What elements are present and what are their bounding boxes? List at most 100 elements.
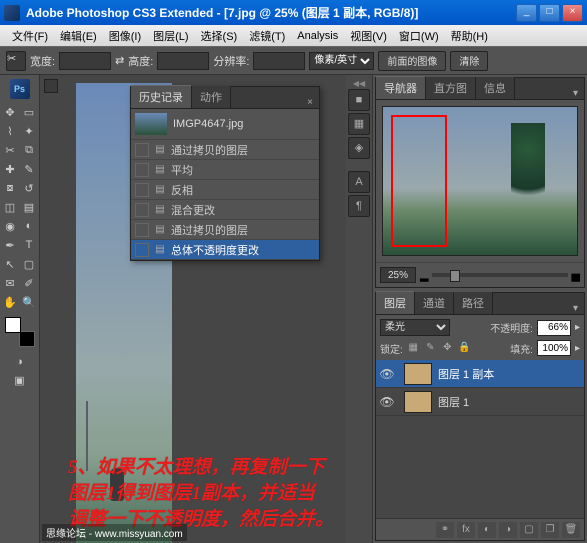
dock-char-icon[interactable]: A [348, 171, 370, 193]
fill-arrow-icon[interactable]: ▸ [575, 343, 580, 354]
adjust-icon[interactable]: ◑ [499, 522, 517, 538]
tab-actions[interactable]: 动作 [192, 86, 231, 108]
history-item[interactable]: ▤总体不透明度更改 [131, 240, 319, 260]
layer-name[interactable]: 图层 1 [438, 394, 469, 410]
move-tool[interactable]: ✥ [1, 103, 19, 121]
menu-filter[interactable]: 滤镜(T) [243, 28, 291, 44]
menu-help[interactable]: 帮助(H) [445, 28, 494, 44]
hand-tool[interactable]: ✋ [1, 293, 19, 311]
trash-icon[interactable]: 🗑 [562, 522, 580, 538]
type-tool[interactable]: T [20, 236, 38, 254]
lock-paint-icon[interactable]: ✎ [424, 342, 437, 355]
notes-tool[interactable]: ✉ [1, 274, 19, 292]
swap-icon[interactable]: ⇄ [115, 54, 124, 67]
gradient-tool[interactable]: ▤ [20, 198, 38, 216]
navigator-preview[interactable] [382, 106, 578, 256]
zoom-in-icon[interactable]: ▅ [572, 269, 580, 282]
dock-para-icon[interactable]: ¶ [348, 195, 370, 217]
bg-color[interactable] [19, 331, 35, 347]
stamp-tool[interactable]: ⧇ [1, 179, 19, 197]
menu-analysis[interactable]: Analysis [291, 30, 344, 42]
eyedropper-tool[interactable]: ✐ [20, 274, 38, 292]
tab-paths[interactable]: 路径 [454, 292, 493, 314]
dock-collapse-icon[interactable]: ◀◀ [353, 79, 365, 87]
ps-logo-icon[interactable]: Ps [10, 79, 30, 99]
new-layer-icon[interactable]: ❐ [541, 522, 559, 538]
history-item[interactable]: ▤平均 [131, 160, 319, 180]
opacity-arrow-icon[interactable]: ▸ [575, 322, 580, 333]
fg-color[interactable] [5, 317, 21, 333]
wand-tool[interactable]: ✦ [20, 122, 38, 140]
width-input[interactable] [59, 52, 111, 70]
tab-info[interactable]: 信息 [476, 77, 515, 99]
dock-color-icon[interactable]: ■ [348, 89, 370, 111]
history-snapshot[interactable]: IMGP4647.jpg [131, 109, 319, 140]
slice-tool[interactable]: ⧉ [20, 141, 38, 159]
shape-tool[interactable]: ▢ [20, 255, 38, 273]
minimize-button[interactable]: _ [516, 4, 537, 22]
front-image-button[interactable]: 前面的图像 [378, 51, 446, 71]
navigator-viewport[interactable] [391, 115, 447, 247]
maximize-button[interactable]: □ [539, 4, 560, 22]
layer-name[interactable]: 图层 1 副本 [438, 366, 494, 382]
res-input[interactable] [253, 52, 305, 70]
zoom-out-icon[interactable]: ▂ [420, 269, 428, 282]
dock-swatches-icon[interactable]: ▦ [348, 113, 370, 135]
blur-tool[interactable]: ◉ [1, 217, 19, 235]
screenmode-icon[interactable]: ▣ [11, 371, 29, 389]
lasso-tool[interactable]: ⌇ [1, 122, 19, 140]
zoom-tool[interactable]: 🔍 [20, 293, 38, 311]
tab-channels[interactable]: 通道 [415, 292, 454, 314]
lock-trans-icon[interactable]: ▦ [407, 342, 420, 355]
history-item[interactable]: ▤通过拷贝的图层 [131, 140, 319, 160]
zoom-slider[interactable] [432, 273, 567, 277]
menu-select[interactable]: 选择(S) [195, 28, 244, 44]
layer-row[interactable]: 👁 图层 1 [376, 388, 584, 416]
clear-button[interactable]: 清除 [450, 51, 488, 71]
menu-view[interactable]: 视图(V) [344, 28, 393, 44]
zoom-input[interactable] [380, 267, 416, 283]
opacity-input[interactable] [537, 320, 571, 336]
menu-window[interactable]: 窗口(W) [393, 28, 445, 44]
color-swatches[interactable] [5, 317, 35, 347]
tab-layers[interactable]: 图层 [376, 291, 415, 314]
path-tool[interactable]: ↖ [1, 255, 19, 273]
heal-tool[interactable]: ✚ [1, 160, 19, 178]
lock-move-icon[interactable]: ✥ [441, 342, 454, 355]
height-input[interactable] [157, 52, 209, 70]
mask-icon[interactable]: ◐ [478, 522, 496, 538]
visibility-icon[interactable]: 👁 [376, 395, 398, 409]
eraser-tool[interactable]: ◫ [1, 198, 19, 216]
dock-styles-icon[interactable]: ◈ [348, 137, 370, 159]
panel-menu-icon[interactable]: ▾ [567, 303, 584, 314]
marquee-tool[interactable]: ▭ [20, 103, 38, 121]
folder-icon[interactable]: ▢ [520, 522, 538, 538]
history-item[interactable]: ▤通过拷贝的图层 [131, 220, 319, 240]
pen-tool[interactable]: ✒ [1, 236, 19, 254]
fx-icon[interactable]: fx [457, 522, 475, 538]
layer-thumb[interactable] [404, 363, 432, 385]
fill-input[interactable] [537, 340, 571, 356]
history-brush-tool[interactable]: ↺ [20, 179, 38, 197]
layer-row[interactable]: 👁 图层 1 副本 [376, 360, 584, 388]
panel-close-icon[interactable]: × [301, 97, 319, 108]
menu-file[interactable]: 文件(F) [6, 28, 54, 44]
dodge-tool[interactable]: ◐ [20, 217, 38, 235]
blend-mode-select[interactable]: 柔光 [380, 319, 450, 336]
menu-image[interactable]: 图像(I) [103, 28, 147, 44]
crop-tool[interactable]: ✂ [1, 141, 19, 159]
crop-tool-icon[interactable]: ✂ [6, 51, 26, 71]
visibility-icon[interactable]: 👁 [376, 367, 398, 381]
panel-menu-icon[interactable]: ▾ [567, 88, 584, 99]
tab-navigator[interactable]: 导航器 [376, 76, 426, 99]
unit-select[interactable]: 像素/英寸 [309, 52, 374, 70]
doc-tab-icon[interactable] [44, 79, 58, 93]
lock-all-icon[interactable]: 🔒 [458, 342, 471, 355]
quickmask-icon[interactable]: ◑ [11, 353, 29, 371]
tab-history[interactable]: 历史记录 [131, 85, 192, 108]
history-item[interactable]: ▤反相 [131, 180, 319, 200]
close-button[interactable]: × [562, 4, 583, 22]
layer-thumb[interactable] [404, 391, 432, 413]
link-icon[interactable]: ⚭ [436, 522, 454, 538]
tab-histogram[interactable]: 直方图 [426, 77, 476, 99]
